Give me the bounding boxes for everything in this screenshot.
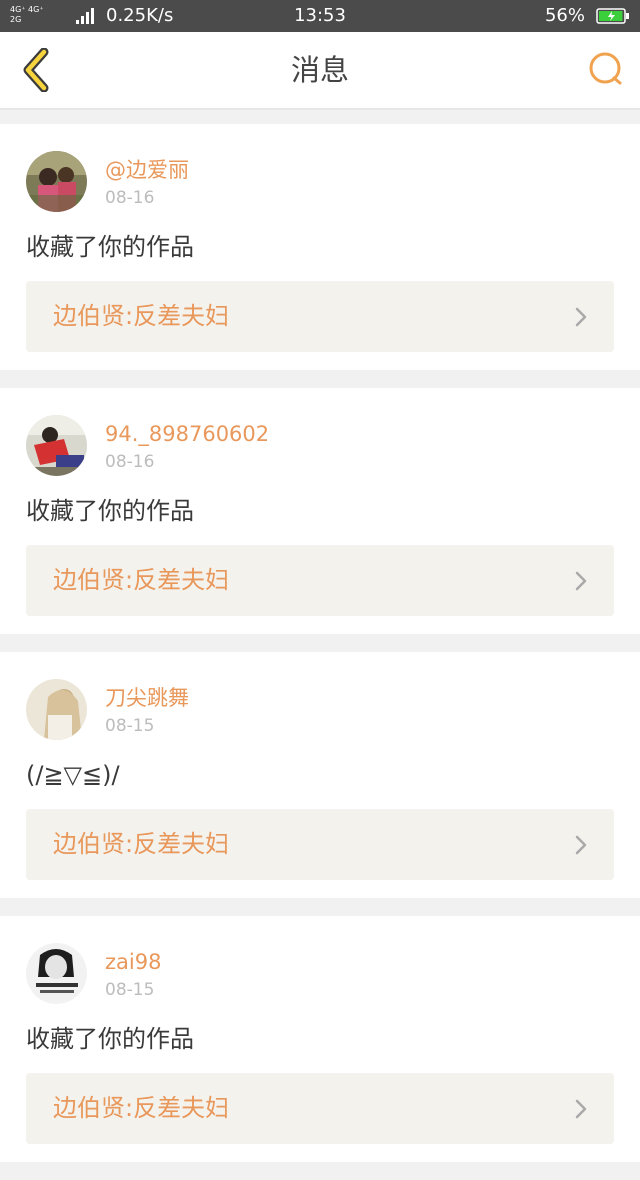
message-date: 08-16 [105, 188, 155, 208]
message-date: 08-16 [105, 452, 155, 472]
username[interactable]: zai98 [105, 948, 161, 976]
message-date: 08-15 [105, 716, 155, 736]
work-title: 边伯贤:反差夫妇 [53, 830, 230, 858]
search-icon [589, 52, 622, 85]
header-bar: 消息 [0, 32, 640, 110]
work-title: 边伯贤:反差夫妇 [53, 302, 230, 330]
avatar[interactable] [26, 151, 87, 212]
avatar[interactable] [26, 415, 87, 476]
username[interactable]: @边爱丽 [105, 156, 189, 184]
search-button[interactable] [582, 46, 630, 94]
battery-icon [596, 8, 629, 24]
chevron-right-icon [575, 1099, 587, 1119]
page-title: 消息 [290, 53, 349, 87]
chevron-right-icon [575, 835, 587, 855]
avatar[interactable] [26, 679, 87, 740]
username[interactable]: 刀尖跳舞 [105, 684, 189, 712]
message-date: 08-15 [105, 980, 155, 1000]
work-link[interactable]: 边伯贤:反差夫妇 [26, 809, 614, 880]
avatar[interactable] [26, 943, 87, 1004]
message-card: zai98 08-15 收藏了你的作品 边伯贤:反差夫妇 [0, 916, 640, 1162]
message-text: 收藏了你的作品 [26, 233, 194, 261]
message-text: 收藏了你的作品 [26, 1025, 194, 1053]
work-link[interactable]: 边伯贤:反差夫妇 [26, 1073, 614, 1144]
username[interactable]: 94._898760602 [105, 420, 269, 448]
message-text: (/≧▽≦)/ [26, 761, 120, 789]
battery-percent: 56% [544, 5, 585, 26]
work-link[interactable]: 边伯贤:反差夫妇 [26, 281, 614, 352]
message-card: 94._898760602 08-16 收藏了你的作品 边伯贤:反差夫妇 [0, 388, 640, 634]
message-list: @边爱丽 08-16 收藏了你的作品 边伯贤:反差夫妇 94._89876060… [0, 124, 640, 1180]
status-bar: 4G⁺ 4G⁺ 2G 0.25K/s 13:53 56% [0, 0, 640, 32]
chevron-right-icon [575, 307, 587, 327]
work-title: 边伯贤:反差夫妇 [53, 566, 230, 594]
chevron-right-icon [575, 571, 587, 591]
work-title: 边伯贤:反差夫妇 [53, 1094, 230, 1122]
message-card: @边爱丽 08-16 收藏了你的作品 边伯贤:反差夫妇 [0, 124, 640, 370]
message-card: 刀尖跳舞 08-15 (/≧▽≦)/ 边伯贤:反差夫妇 [0, 652, 640, 898]
work-link[interactable]: 边伯贤:反差夫妇 [26, 545, 614, 616]
message-text: 收藏了你的作品 [26, 497, 194, 525]
